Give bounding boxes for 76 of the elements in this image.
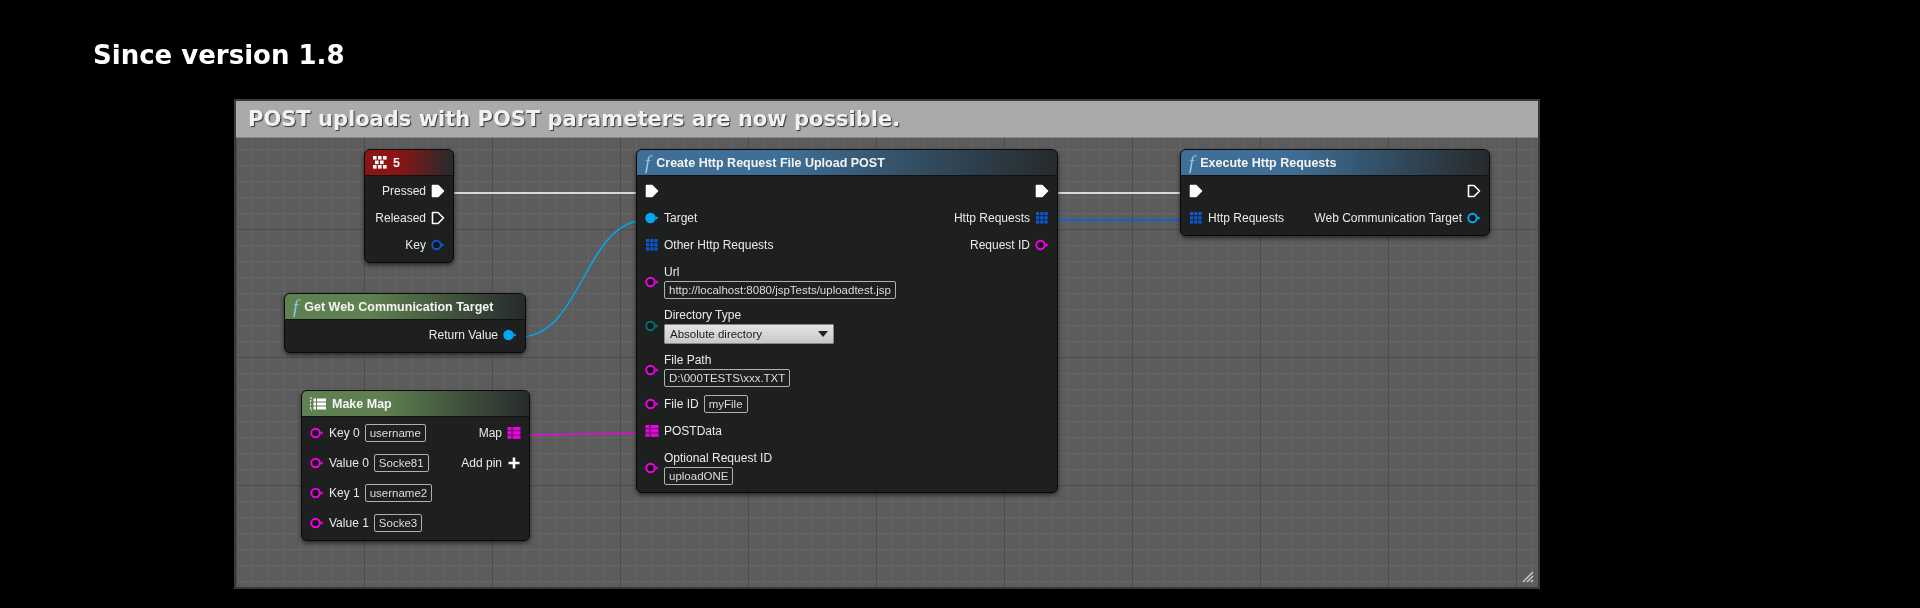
array-pin[interactable] (645, 238, 659, 252)
pin-label: Http Requests (1208, 211, 1285, 225)
blueprint-node[interactable]: Make Map Key 0 username Map Value 0 Socke81 Add pin Key 1 username2 Value 1 Socke3 (301, 390, 530, 541)
function-icon: f (293, 297, 299, 316)
blueprint-node[interactable]: f Get Web Communication Target Return Value (284, 293, 526, 353)
string-pin[interactable] (645, 275, 659, 289)
pin-label: Map (478, 426, 502, 440)
map-pin[interactable] (645, 424, 659, 438)
list-icon (310, 396, 326, 411)
page-heading: Since version 1.8 (93, 39, 346, 72)
pin-label: POSTData (664, 424, 723, 438)
exec-pin[interactable] (645, 184, 659, 198)
node-title: Execute Http Requests (1200, 155, 1337, 170)
object-pin[interactable] (1467, 211, 1481, 225)
pin-label: Http Requests (953, 211, 1030, 225)
pin-label: Released (375, 211, 426, 225)
dropdown[interactable]: Absolute directory (664, 324, 834, 344)
value-field[interactable]: D:\000TESTS\xxx.TXT (664, 369, 791, 387)
value-field[interactable]: username2 (364, 484, 433, 502)
value-field[interactable]: Socke81 (373, 454, 429, 472)
function-icon: f (1189, 153, 1195, 172)
value-field[interactable]: myFile (703, 395, 748, 413)
exec-pin[interactable] (1189, 184, 1203, 198)
value-field[interactable]: username (364, 424, 426, 442)
keyboard-icon (373, 155, 387, 170)
pin-label: Return Value (428, 328, 498, 342)
exec-pin[interactable] (431, 184, 445, 198)
enum-pin[interactable] (645, 319, 659, 333)
map-pin[interactable] (507, 426, 521, 440)
pin-label: Request ID (969, 238, 1030, 252)
blueprint-node[interactable]: 5 Pressed Released Key (364, 149, 454, 263)
node-title: Create Http Request File Upload POST (656, 155, 885, 170)
string-pin[interactable] (645, 461, 659, 475)
add-pin-button[interactable]: Add pin (461, 456, 502, 470)
string-pin[interactable] (645, 363, 659, 377)
pin-label: Key 0 (329, 426, 360, 440)
string-pin[interactable] (310, 516, 324, 530)
pin-label: Value 0 (329, 456, 369, 470)
pin-label: Directory Type (664, 308, 742, 322)
value-field[interactable]: uploadONE (664, 467, 734, 485)
struct-pin[interactable] (431, 238, 445, 252)
blueprint-node[interactable] (636, 149, 1058, 493)
resize-grip-icon[interactable] (1520, 569, 1534, 583)
array-pin[interactable] (1035, 211, 1049, 225)
string-pin[interactable] (310, 426, 324, 440)
string-pin[interactable] (310, 486, 324, 500)
string-pin[interactable] (310, 456, 324, 470)
value-field[interactable]: Socke3 (373, 514, 423, 532)
function-icon: f (645, 153, 651, 172)
node-title: 5 (393, 155, 400, 170)
pin-label: Pressed (381, 184, 426, 198)
node-title: Make Map (332, 396, 392, 411)
pin-label: Url (664, 265, 680, 279)
string-pin[interactable] (1035, 238, 1049, 252)
pin-label: Web Communication Target (1314, 211, 1462, 225)
pin-label: File Path (664, 353, 712, 367)
blueprint-node[interactable]: f Execute Http Requests Http Requests Web Communication Target (1180, 149, 1490, 236)
pin-label: Value 1 (329, 516, 369, 530)
pin-label: Optional Request ID (664, 451, 773, 465)
pin-label: Key (405, 238, 426, 252)
pin-label: Target (664, 211, 698, 225)
exec-pin[interactable] (1035, 184, 1049, 198)
object-pin[interactable] (645, 211, 659, 225)
value-field[interactable]: http://localhost:8080/jspTests/uploadtest.jsp (664, 281, 896, 299)
exec-pin[interactable] (431, 211, 445, 225)
pin-label: Other Http Requests (664, 238, 774, 252)
comment-title: POST uploads with POST parameters are now possible. (236, 101, 1538, 138)
pin-label: File ID (664, 397, 699, 411)
caret-icon (818, 331, 828, 337)
exec-pin[interactable] (1467, 184, 1481, 198)
pin-label: Key 1 (329, 486, 360, 500)
plus-icon[interactable] (507, 456, 521, 470)
node-title: Get Web Communication Target (304, 299, 494, 314)
string-pin[interactable] (645, 397, 659, 411)
array-pin[interactable] (1189, 211, 1203, 225)
object-pin[interactable] (503, 328, 517, 342)
